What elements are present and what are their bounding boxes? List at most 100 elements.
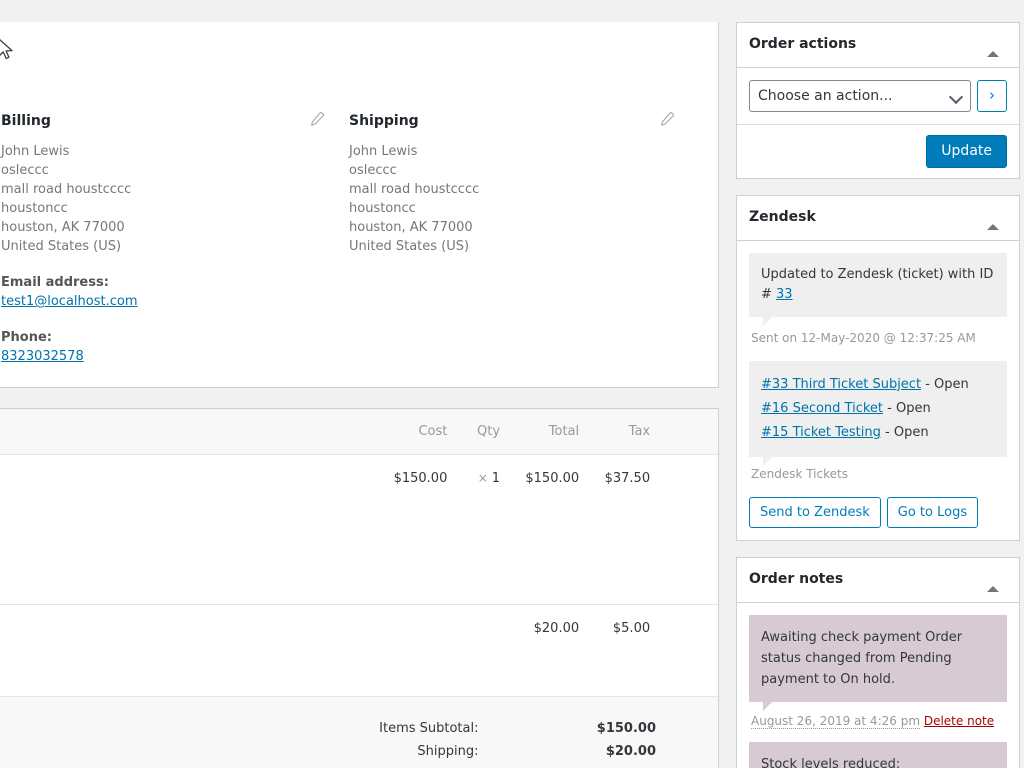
item-tax-cell: $37.50: [604, 470, 651, 486]
shipping-heading: Shipping: [349, 113, 419, 129]
shipping-line: John Lewis: [349, 144, 418, 159]
zendesk-header: Zendesk: [737, 196, 1019, 241]
billing-phone-label: Phone:: [1, 330, 52, 345]
shipping-cost-cell: [386, 604, 453, 696]
item-name-cell: [0, 454, 386, 604]
order-items-panel: Cost Qty Total Tax $150.00 × 1 $150.00 $3…: [0, 408, 719, 768]
totals-value: $20.00: [605, 744, 656, 759]
apply-action-button[interactable]: ›: [977, 79, 1007, 112]
items-header-row: Cost Qty Total Tax: [0, 409, 718, 455]
list-item: Stock levels reduced: Woocommerce salesf…: [749, 741, 1007, 768]
mouse-cursor-icon: [0, 38, 16, 64]
zendesk-ticket-row: #33 Third Ticket Subject - Open: [761, 373, 995, 397]
qty-multiply-sign: ×: [477, 470, 488, 485]
order-action-selected-value: Choose an action...: [758, 87, 893, 104]
totals-row-items-subtotal: Items Subtotal: $150.00: [1, 717, 706, 740]
zendesk-update-bubble: Updated to Zendesk (ticket) with ID # 33: [749, 252, 1007, 326]
update-button[interactable]: Update: [926, 134, 1007, 169]
items-header-item: [0, 409, 387, 455]
order-note-date: August 26, 2019 at 4:26 pm: [751, 713, 921, 729]
items-header-tax: Tax: [585, 409, 657, 455]
zendesk-tickets-bubble: #33 Third Ticket Subject - Open #16 Seco…: [749, 360, 1007, 466]
shipping-edit-pencil-icon[interactable]: [659, 111, 675, 127]
totals-label: Items Subtotal:: [379, 721, 479, 736]
order-note-text: Stock levels reduced: Woocommerce salesf…: [761, 756, 901, 768]
shipping-line: United States (US): [349, 239, 470, 254]
item-cost-cell: $150.00: [393, 470, 448, 486]
order-actions-footer: Update: [737, 123, 1019, 179]
billing-line: houstoncc: [1, 201, 68, 216]
delete-note-link[interactable]: Delete note: [924, 714, 994, 728]
totals-row-shipping: Shipping: $20.00: [1, 740, 706, 763]
shipping-line: houstoncc: [349, 201, 416, 216]
item-total-cell: $150.00: [525, 470, 580, 486]
zendesk-ticket-id-link[interactable]: 33: [776, 287, 793, 302]
order-actions-body: Choose an action... ›: [737, 68, 1019, 124]
item-pad-cell: [656, 454, 718, 604]
order-actions-panel: Order actions Choose an action... › Upda…: [736, 22, 1020, 180]
order-data-panel: Billing John Lewis osleccc mall road hou…: [0, 22, 719, 388]
shipping-tax-cell: $5.00: [612, 620, 651, 636]
order-totals-section: Items Subtotal: $150.00 Shipping: $20.00: [0, 696, 718, 768]
order-actions-header: Order actions: [737, 23, 1019, 68]
billing-line: houston, AK 77000: [1, 220, 125, 235]
chevron-up-icon[interactable]: [987, 34, 1009, 57]
billing-column: Billing John Lewis osleccc mall road hou…: [1, 111, 337, 366]
order-note-meta: August 26, 2019 at 4:26 pm Delete note: [749, 702, 1007, 742]
zendesk-title: Zendesk: [749, 209, 816, 226]
page-top-strip: [0, 0, 1024, 22]
qty-value: 1: [491, 470, 501, 486]
billing-line: mall road houstcccc: [1, 182, 132, 197]
order-action-select[interactable]: Choose an action...: [749, 79, 971, 112]
billing-edit-pencil-icon[interactable]: [309, 111, 325, 127]
shipping-qty-cell: [453, 604, 506, 696]
order-items-table: Cost Qty Total Tax $150.00 × 1 $150.00 $3…: [0, 409, 718, 696]
chevron-down-icon: [948, 89, 964, 104]
shipping-line: osleccc: [349, 163, 397, 178]
items-header-pad: [656, 409, 718, 455]
billing-address-lines: John Lewis osleccc mall road houstcccc h…: [1, 142, 337, 256]
zendesk-ticket-status: - Open: [880, 424, 929, 440]
zendesk-ticket-row: #16 Second Ticket - Open: [761, 397, 995, 421]
shipping-line: houston, AK 77000: [349, 220, 473, 235]
billing-line: John Lewis: [1, 144, 70, 159]
shipping-column: Shipping John Lewis osleccc mall road ho…: [349, 111, 689, 256]
chevron-up-icon[interactable]: [987, 569, 1009, 593]
billing-line: osleccc: [1, 163, 49, 178]
totals-value: $150.00: [596, 721, 656, 736]
order-actions-row: Choose an action... ›: [749, 79, 1007, 112]
shipping-name-cell: [0, 604, 386, 696]
table-row[interactable]: $20.00 $5.00: [0, 604, 718, 696]
zendesk-ticket-link[interactable]: #16 Second Ticket: [761, 401, 883, 416]
zendesk-panel: Zendesk Updated to Zendesk (ticket) with…: [736, 195, 1020, 542]
billing-phone-link[interactable]: 8323032578: [1, 347, 337, 366]
order-actions-title: Order actions: [749, 36, 857, 52]
order-notes-panel: Order notes Awaiting check payment Order…: [736, 557, 1020, 768]
order-totals-table: Items Subtotal: $150.00 Shipping: $20.00: [1, 717, 706, 763]
send-to-zendesk-button[interactable]: Send to Zendesk: [749, 496, 881, 529]
chevron-up-icon[interactable]: [987, 207, 1009, 230]
totals-label: Shipping:: [417, 744, 479, 759]
shipping-line: mall road houstcccc: [349, 182, 480, 197]
woocommerce-order-screen: Billing John Lewis osleccc mall road hou…: [0, 0, 1024, 768]
zendesk-ticket-link[interactable]: #33 Third Ticket Subject: [761, 377, 921, 392]
shipping-total-cell: $20.00: [533, 620, 580, 636]
list-item: Awaiting check payment Order status chan…: [749, 614, 1007, 711]
items-header-total: Total: [506, 409, 586, 455]
billing-heading: Billing: [1, 113, 51, 129]
order-note-text: Awaiting check payment Order status chan…: [761, 629, 963, 687]
items-header-qty: Qty: [453, 409, 507, 455]
zendesk-ticket-status: - Open: [883, 400, 931, 416]
go-to-logs-button[interactable]: Go to Logs: [886, 496, 979, 529]
zendesk-ticket-row: #15 Ticket Testing - Open: [761, 421, 995, 445]
table-row[interactable]: $150.00 × 1 $150.00 $37.50: [0, 454, 718, 604]
billing-email-link[interactable]: test1@localhost.com: [1, 292, 337, 311]
items-header-cost: Cost: [386, 409, 454, 455]
zendesk-ticket-link[interactable]: #15 Ticket Testing: [761, 425, 881, 440]
order-notes-body: Awaiting check payment Order status chan…: [737, 603, 1019, 768]
zendesk-update-text: Updated to Zendesk (ticket) with ID #: [761, 266, 994, 302]
billing-line: United States (US): [1, 239, 122, 254]
zendesk-sent-on: Sent on 12-May-2020 @ 12:37:25 AM: [751, 330, 976, 345]
sidebar: Order actions Choose an action... › Upda…: [736, 22, 1020, 768]
order-notes-title: Order notes: [749, 571, 844, 588]
